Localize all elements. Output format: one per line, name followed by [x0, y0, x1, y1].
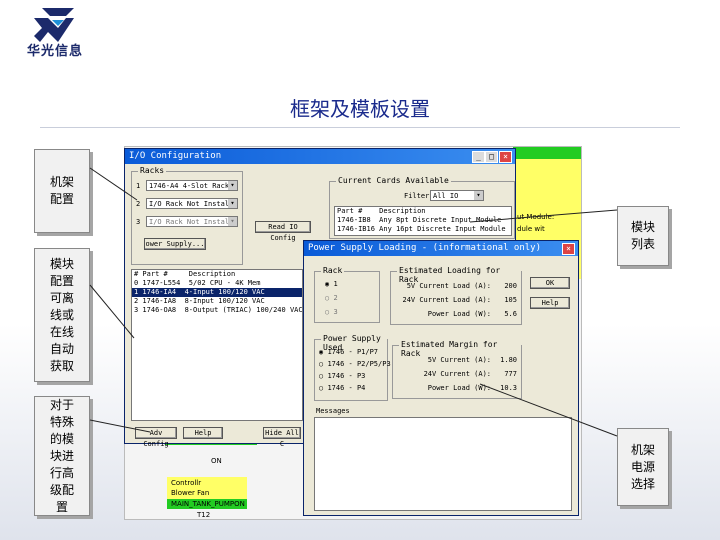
fragment-text: dule wit [517, 225, 545, 233]
minimize-button[interactable]: _ [472, 151, 485, 163]
current-cards-label: Current Cards Available [336, 176, 451, 185]
rack-radio[interactable]: ○ 3 [325, 308, 338, 316]
rack-radio[interactable]: ◉ 1 [325, 280, 338, 288]
bottom-label: T12 [197, 511, 211, 519]
company-logo-icon [34, 8, 74, 42]
estimated-loading-group: Estimated Loading for Rack 5V Current Lo… [390, 266, 522, 325]
power-supply-button[interactable]: ower Supply... [144, 238, 206, 250]
fragment-text: ut Module: [517, 213, 555, 221]
help-button[interactable]: Help [183, 427, 223, 439]
table-row[interactable]: 1 1746-IA4 4-Input 100/120 VAC [132, 288, 302, 297]
messages-box[interactable] [314, 417, 572, 511]
company-name: 华光信息 [26, 44, 83, 59]
list-item[interactable]: 1746-IB16 Any 16pt Discrete Input Module [335, 225, 511, 234]
table-row[interactable]: 0 1747-L554 5/02 CPU - 4K Mem [132, 279, 302, 288]
ps-radio[interactable]: ○ 1746 - P4 [319, 384, 365, 392]
margin-value: 1.80 [500, 356, 517, 364]
power-supply-window[interactable]: Power Supply Loading - (informational on… [303, 240, 579, 516]
status-on: ON [211, 457, 222, 465]
margin-label: Power Load (W): [427, 384, 491, 392]
rack-1-select[interactable]: 1746-A4 4-Slot Rack ▾ [146, 180, 238, 191]
legend-item: Controllr [171, 479, 202, 487]
close-button[interactable]: × [562, 243, 575, 255]
table-row[interactable]: 2 1746-IA8 8-Input 100/120 VAC [132, 297, 302, 306]
ps-radio[interactable]: ○ 1746 - P3 [319, 372, 365, 380]
load-value: 5.6 [504, 310, 517, 318]
list-header: Part # Description [337, 207, 426, 215]
power-supply-used-group: Power Supply Used ◉ 1746 - P1/P7 ○ 1746 … [314, 334, 391, 401]
rack-num: 3 [136, 218, 141, 226]
load-label: 24V Current Load (A): [402, 296, 491, 304]
load-label: Power Load (W): [427, 310, 491, 318]
list-header: # Part # Description [134, 270, 236, 278]
maximize-button[interactable]: □ [485, 151, 498, 163]
margin-value: 10.3 [500, 384, 517, 392]
list-item[interactable]: 1746-IB8 Any 8pt Discrete Input Module [335, 216, 511, 225]
rack-num: 1 [136, 182, 141, 190]
close-button[interactable]: × [499, 151, 512, 163]
help-button[interactable]: Help [530, 297, 570, 309]
slide-title: 框架及模板设置 [290, 97, 430, 121]
rack-label: Rack [321, 266, 345, 275]
filter-select[interactable]: All IO ▾ [430, 190, 484, 201]
title-divider [40, 127, 680, 128]
racks-group: Racks 1 1746-A4 4-Slot Rack ▾ 2 I/O Rack … [131, 166, 243, 265]
hide-all-button[interactable]: Hide All C [263, 427, 301, 448]
module-list[interactable]: # Part # Description 0 1747-L554 5/02 CP… [131, 269, 303, 421]
current-cards-group: Current Cards Available Filter All IO ▾ P… [329, 176, 515, 239]
rack-radio[interactable]: ○ 2 [325, 294, 338, 302]
green-strip [513, 147, 581, 159]
rack-group: Rack ◉ 1 ○ 2 ○ 3 [314, 266, 380, 323]
ps-radio[interactable]: ◉ 1746 - P1/P7 [319, 348, 378, 356]
callout-special-modules: 对于特殊的模块进行高级配置 [34, 396, 90, 516]
rack-2-select[interactable]: I/O Rack Not Installe ▾ [146, 198, 238, 209]
racks-label: Racks [138, 166, 167, 175]
callout-rack-power: 机架电源选择 [617, 428, 669, 506]
margin-value: 777 [504, 370, 517, 378]
legend-item: Blower Fan [171, 489, 210, 497]
callout-rack-config: 机架配置 [34, 149, 90, 233]
margin-label: 5V Current (A): [427, 356, 491, 364]
load-label: 5V Current Load (A): [406, 282, 491, 290]
margin-label: 24V Current (A): [423, 370, 491, 378]
load-value: 200 [504, 282, 517, 290]
rack-num: 2 [136, 200, 141, 208]
ok-button[interactable]: OK [530, 277, 570, 289]
estimated-margin-group: Estimated Margin for Rack 5V Current (A)… [392, 340, 522, 399]
callout-offline-online: 模块配置可离线或在线自动获取 [34, 248, 90, 382]
filter-label: Filter [404, 192, 430, 200]
power-supply-titlebar[interactable]: Power Supply Loading - (informational on… [304, 241, 578, 256]
read-io-config-button[interactable]: Read IO Config [255, 221, 311, 242]
table-row[interactable]: 3 1746-OA8 8-Output (TRIAC) 100/240 VAC [132, 306, 302, 315]
ps-radio[interactable]: ○ 1746 - P2/P5/P3 [319, 360, 391, 368]
messages-label: Messages [316, 407, 350, 415]
current-cards-list[interactable]: Part # Description 1746-IB8 Any 8pt Disc… [334, 206, 512, 236]
window-title: I/O Configuration [129, 151, 222, 161]
rack-3-select[interactable]: I/O Rack Not Installe ▾ [146, 216, 238, 227]
callout-module-list: 模块列表 [617, 206, 669, 266]
load-value: 105 [504, 296, 517, 304]
legend-item: MAIN_TANK_PUMPON [171, 500, 245, 508]
adv-config-button[interactable]: Adv Config [135, 427, 177, 448]
window-title: Power Supply Loading - (informational on… [308, 243, 541, 253]
io-config-titlebar[interactable]: I/O Configuration _ □ × [125, 149, 515, 164]
